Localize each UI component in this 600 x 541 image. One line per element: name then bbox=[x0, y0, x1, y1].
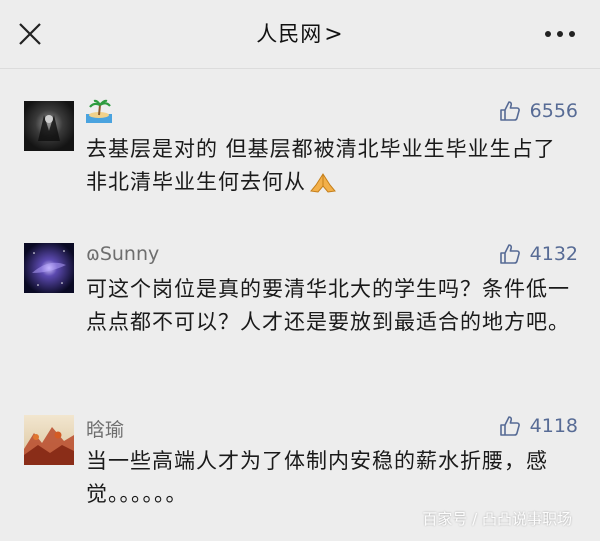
like-button[interactable]: 4118 bbox=[498, 414, 578, 438]
like-count: 6556 bbox=[529, 100, 578, 122]
watermark: 百家号 / 凸凸说事职场 bbox=[422, 510, 572, 528]
thumbs-up-icon bbox=[499, 244, 520, 264]
thumbs-up-icon bbox=[499, 101, 520, 121]
page-title[interactable]: 人民网> bbox=[0, 18, 600, 48]
like-count: 4132 bbox=[529, 243, 578, 265]
autumn-landscape-avatar[interactable] bbox=[24, 415, 74, 465]
dark-figure-avatar[interactable] bbox=[24, 101, 74, 151]
chevron-right-icon: > bbox=[324, 22, 344, 47]
galaxy-avatar[interactable] bbox=[24, 243, 74, 293]
comment-text: 当一些高端人才为了体制内安稳的薪水折腰，感觉。。。。。。 bbox=[86, 449, 548, 506]
page-title-text: 人民网 bbox=[256, 22, 323, 46]
username[interactable]: 🏝 bbox=[86, 99, 112, 128]
username[interactable]: ɷSunny bbox=[86, 243, 159, 265]
username[interactable]: 晗瑜 bbox=[86, 415, 124, 442]
comment-list: 🏝 6556 去基层是对的 但基层都被清北毕业生毕业生占了 非北清毕业生何去何从 bbox=[0, 69, 600, 541]
more-dots-icon[interactable] bbox=[542, 24, 578, 44]
pray-hands-emoji bbox=[310, 173, 336, 193]
top-bar: 人民网> bbox=[0, 0, 600, 69]
like-button[interactable]: 4132 bbox=[498, 242, 578, 266]
like-button[interactable]: 6556 bbox=[498, 99, 578, 123]
like-count: 4118 bbox=[529, 415, 578, 437]
comment-text: 可这个岗位是真的要清华北大的学生吗？条件低一点点都不可以？人才还是要放到最适合的… bbox=[86, 277, 570, 334]
island-emoji-icon bbox=[86, 99, 112, 123]
comment-text: 去基层是对的 但基层都被清北毕业生毕业生占了 非北清毕业生何去何从 bbox=[86, 137, 556, 194]
thumbs-up-icon bbox=[499, 416, 520, 436]
